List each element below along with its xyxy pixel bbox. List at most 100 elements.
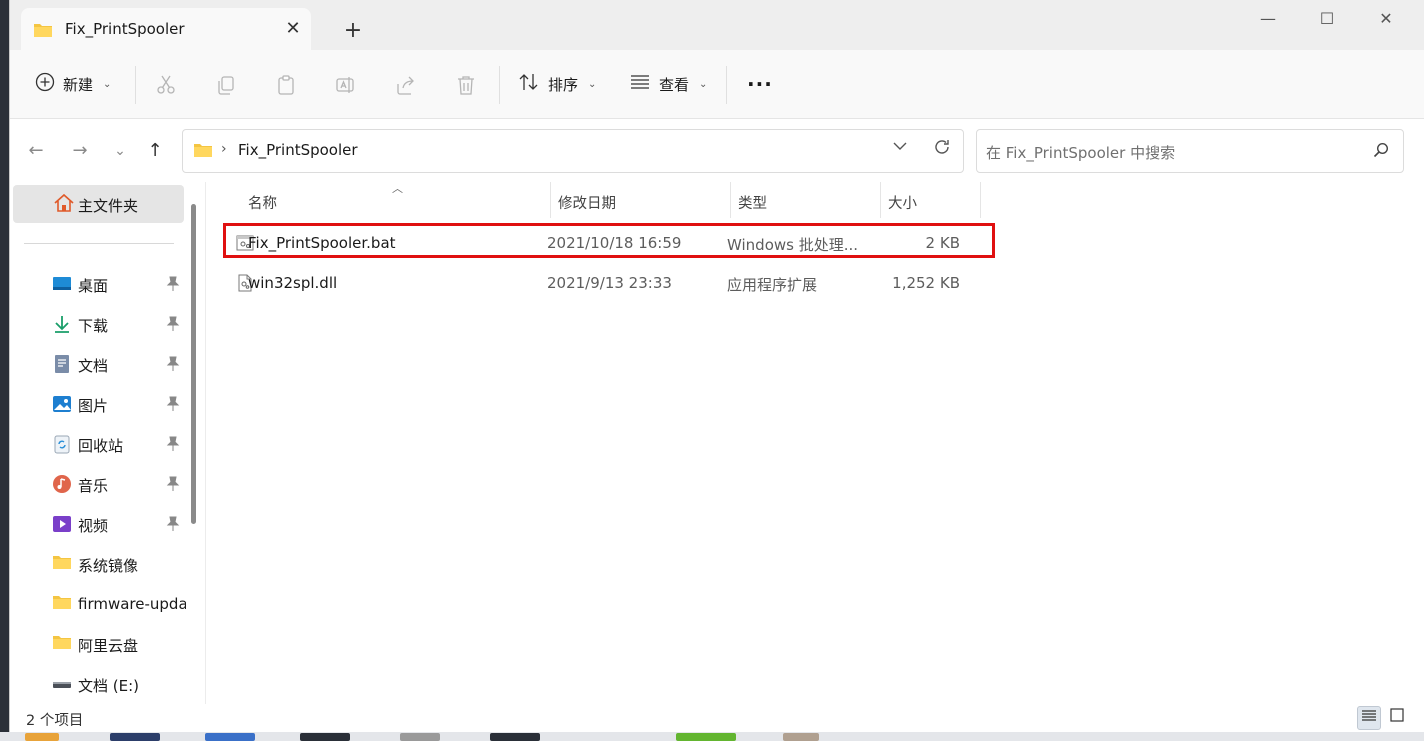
more-options-button[interactable]: ···: [747, 67, 773, 101]
pin-icon[interactable]: [166, 476, 180, 492]
desktop-icon: [52, 274, 72, 294]
new-button-label: 新建: [63, 75, 94, 94]
folder-icon: [52, 554, 72, 574]
rename-icon[interactable]: [335, 74, 357, 96]
details-view-icon[interactable]: [1357, 706, 1381, 730]
status-bar: 2 个项目: [10, 704, 1424, 732]
pin-icon[interactable]: [166, 436, 180, 452]
video-icon: [52, 514, 72, 534]
minimize-button[interactable]: —: [1245, 6, 1291, 32]
home-icon: [53, 193, 75, 217]
new-button[interactable]: 新建 ⌄: [35, 67, 111, 101]
pin-icon[interactable]: [166, 276, 180, 292]
sidebar-item-documents[interactable]: 文档: [10, 346, 190, 382]
command-bar: 新建 ⌄ 排序 ⌄ 查看 ⌄ ···: [10, 50, 1424, 119]
chevron-down-icon: ⌄: [103, 78, 112, 90]
sidebar-item-music[interactable]: 音乐: [10, 466, 190, 502]
folder-icon: [33, 22, 53, 42]
taskbar-app-icon[interactable]: [25, 733, 59, 741]
pin-icon[interactable]: [166, 356, 180, 372]
taskbar-app-icon[interactable]: [300, 733, 350, 741]
cut-icon[interactable]: [155, 74, 177, 96]
column-header-size[interactable]: 大小: [888, 192, 917, 213]
back-arrow-icon[interactable]: ←: [24, 139, 48, 163]
sidebar-item-drive-e[interactable]: 文档 (E:): [10, 666, 190, 702]
close-tab-icon[interactable]: ✕: [281, 17, 305, 41]
sidebar-item-label: 文档 (E:): [78, 677, 140, 695]
address-dropdown-icon[interactable]: [888, 139, 912, 163]
taskbar-app-icon[interactable]: [400, 733, 440, 741]
breadcrumb-current[interactable]: Fix_PrintSpooler: [238, 141, 358, 159]
column-header-name[interactable]: 名称: [248, 192, 277, 213]
music-icon: [52, 474, 72, 494]
share-icon[interactable]: [395, 74, 417, 96]
sidebar-item-downloads[interactable]: 下载: [10, 306, 190, 342]
column-header-type[interactable]: 类型: [738, 192, 767, 213]
item-count: 2 个项目: [26, 713, 84, 729]
paste-icon[interactable]: [275, 74, 297, 96]
tab-fix-printspooler[interactable]: Fix_PrintSpooler ✕: [21, 8, 311, 50]
tiles-view-icon[interactable]: [1385, 706, 1409, 730]
sidebar-item-aliyun-drive[interactable]: 阿里云盘: [10, 626, 190, 662]
picture-icon: [52, 394, 72, 414]
sort-button-label: 排序: [548, 75, 579, 94]
forward-arrow-icon[interactable]: →: [68, 139, 92, 163]
taskbar-app-icon[interactable]: [676, 733, 736, 741]
refresh-icon[interactable]: [930, 138, 954, 162]
folder-icon: [193, 142, 213, 162]
pin-icon[interactable]: [166, 516, 180, 532]
search-box[interactable]: 在 Fix_PrintSpooler 中搜索: [976, 129, 1404, 173]
sidebar-item-home[interactable]: 主文件夹: [13, 185, 184, 223]
sort-ascending-icon: ︿: [392, 182, 403, 195]
download-icon: [52, 314, 72, 334]
sidebar-item-desktop[interactable]: 桌面: [10, 266, 190, 302]
sort-button[interactable]: 排序 ⌄: [518, 67, 596, 101]
maximize-button[interactable]: ☐: [1304, 6, 1350, 32]
taskbar-app-icon[interactable]: [490, 733, 540, 741]
drive-icon: [52, 674, 72, 694]
taskbar-app-icon[interactable]: [205, 733, 255, 741]
toolbar-divider: [135, 66, 136, 104]
delete-icon[interactable]: [455, 74, 477, 96]
recent-locations-chevron-icon[interactable]: ⌄: [108, 139, 132, 163]
file-row[interactable]: win32spl.dll 2021/9/13 23:33 应用程序扩展 1,25…: [226, 265, 991, 301]
navigation-pane: 主文件夹 桌面 下载 文档 图片 回收站 音乐 视频 系统镜像 firmware…: [10, 182, 205, 704]
column-header-date[interactable]: 修改日期: [558, 192, 616, 213]
taskbar-app-icon[interactable]: [783, 733, 819, 741]
column-divider[interactable]: [880, 182, 881, 218]
sidebar-item-pictures[interactable]: 图片: [10, 386, 190, 422]
close-window-button[interactable]: ✕: [1363, 6, 1409, 32]
sidebar-item-videos[interactable]: 视频: [10, 506, 190, 542]
sidebar-scrollbar[interactable]: [191, 204, 196, 524]
column-divider[interactable]: [730, 182, 731, 218]
sidebar-item-recycle-bin[interactable]: 回收站: [10, 426, 190, 462]
column-header-row: ︿ 名称 修改日期 类型 大小: [206, 182, 1424, 218]
taskbar-app-icon[interactable]: [110, 733, 160, 741]
folder-icon: [52, 594, 72, 614]
chevron-down-icon: ⌄: [588, 78, 597, 90]
breadcrumb-separator-icon[interactable]: ›: [221, 141, 227, 157]
toolbar-divider: [726, 66, 727, 104]
search-icon[interactable]: [1373, 142, 1389, 162]
view-button[interactable]: 查看 ⌄: [629, 67, 707, 101]
search-placeholder: 在 Fix_PrintSpooler 中搜索: [986, 144, 1176, 162]
pin-icon[interactable]: [166, 316, 180, 332]
sidebar-item-label: firmware-upda: [78, 595, 186, 613]
navigation-bar: ← → ⌄ ↑ › Fix_PrintSpooler 在 Fix_PrintSp…: [10, 119, 1424, 182]
up-arrow-icon[interactable]: ↑: [143, 139, 167, 163]
column-divider[interactable]: [550, 182, 551, 218]
copy-icon[interactable]: [215, 74, 237, 96]
column-divider[interactable]: [980, 182, 981, 218]
new-tab-button[interactable]: +: [341, 19, 365, 43]
recycle-bin-icon: [52, 434, 72, 454]
title-bar: Fix_PrintSpooler ✕ + — ☐ ✕: [10, 0, 1424, 50]
sidebar-item-firmware-update[interactable]: firmware-upda: [10, 586, 190, 622]
sidebar-item-label: 系统镜像: [78, 557, 139, 575]
view-list-icon: [629, 73, 651, 95]
file-type: 应用程序扩展: [727, 276, 818, 294]
address-bar[interactable]: › Fix_PrintSpooler: [182, 129, 964, 173]
taskbar: [0, 732, 1424, 741]
sidebar-item-system-image[interactable]: 系统镜像: [10, 546, 190, 582]
pin-icon[interactable]: [166, 396, 180, 412]
folder-icon: [52, 634, 72, 654]
